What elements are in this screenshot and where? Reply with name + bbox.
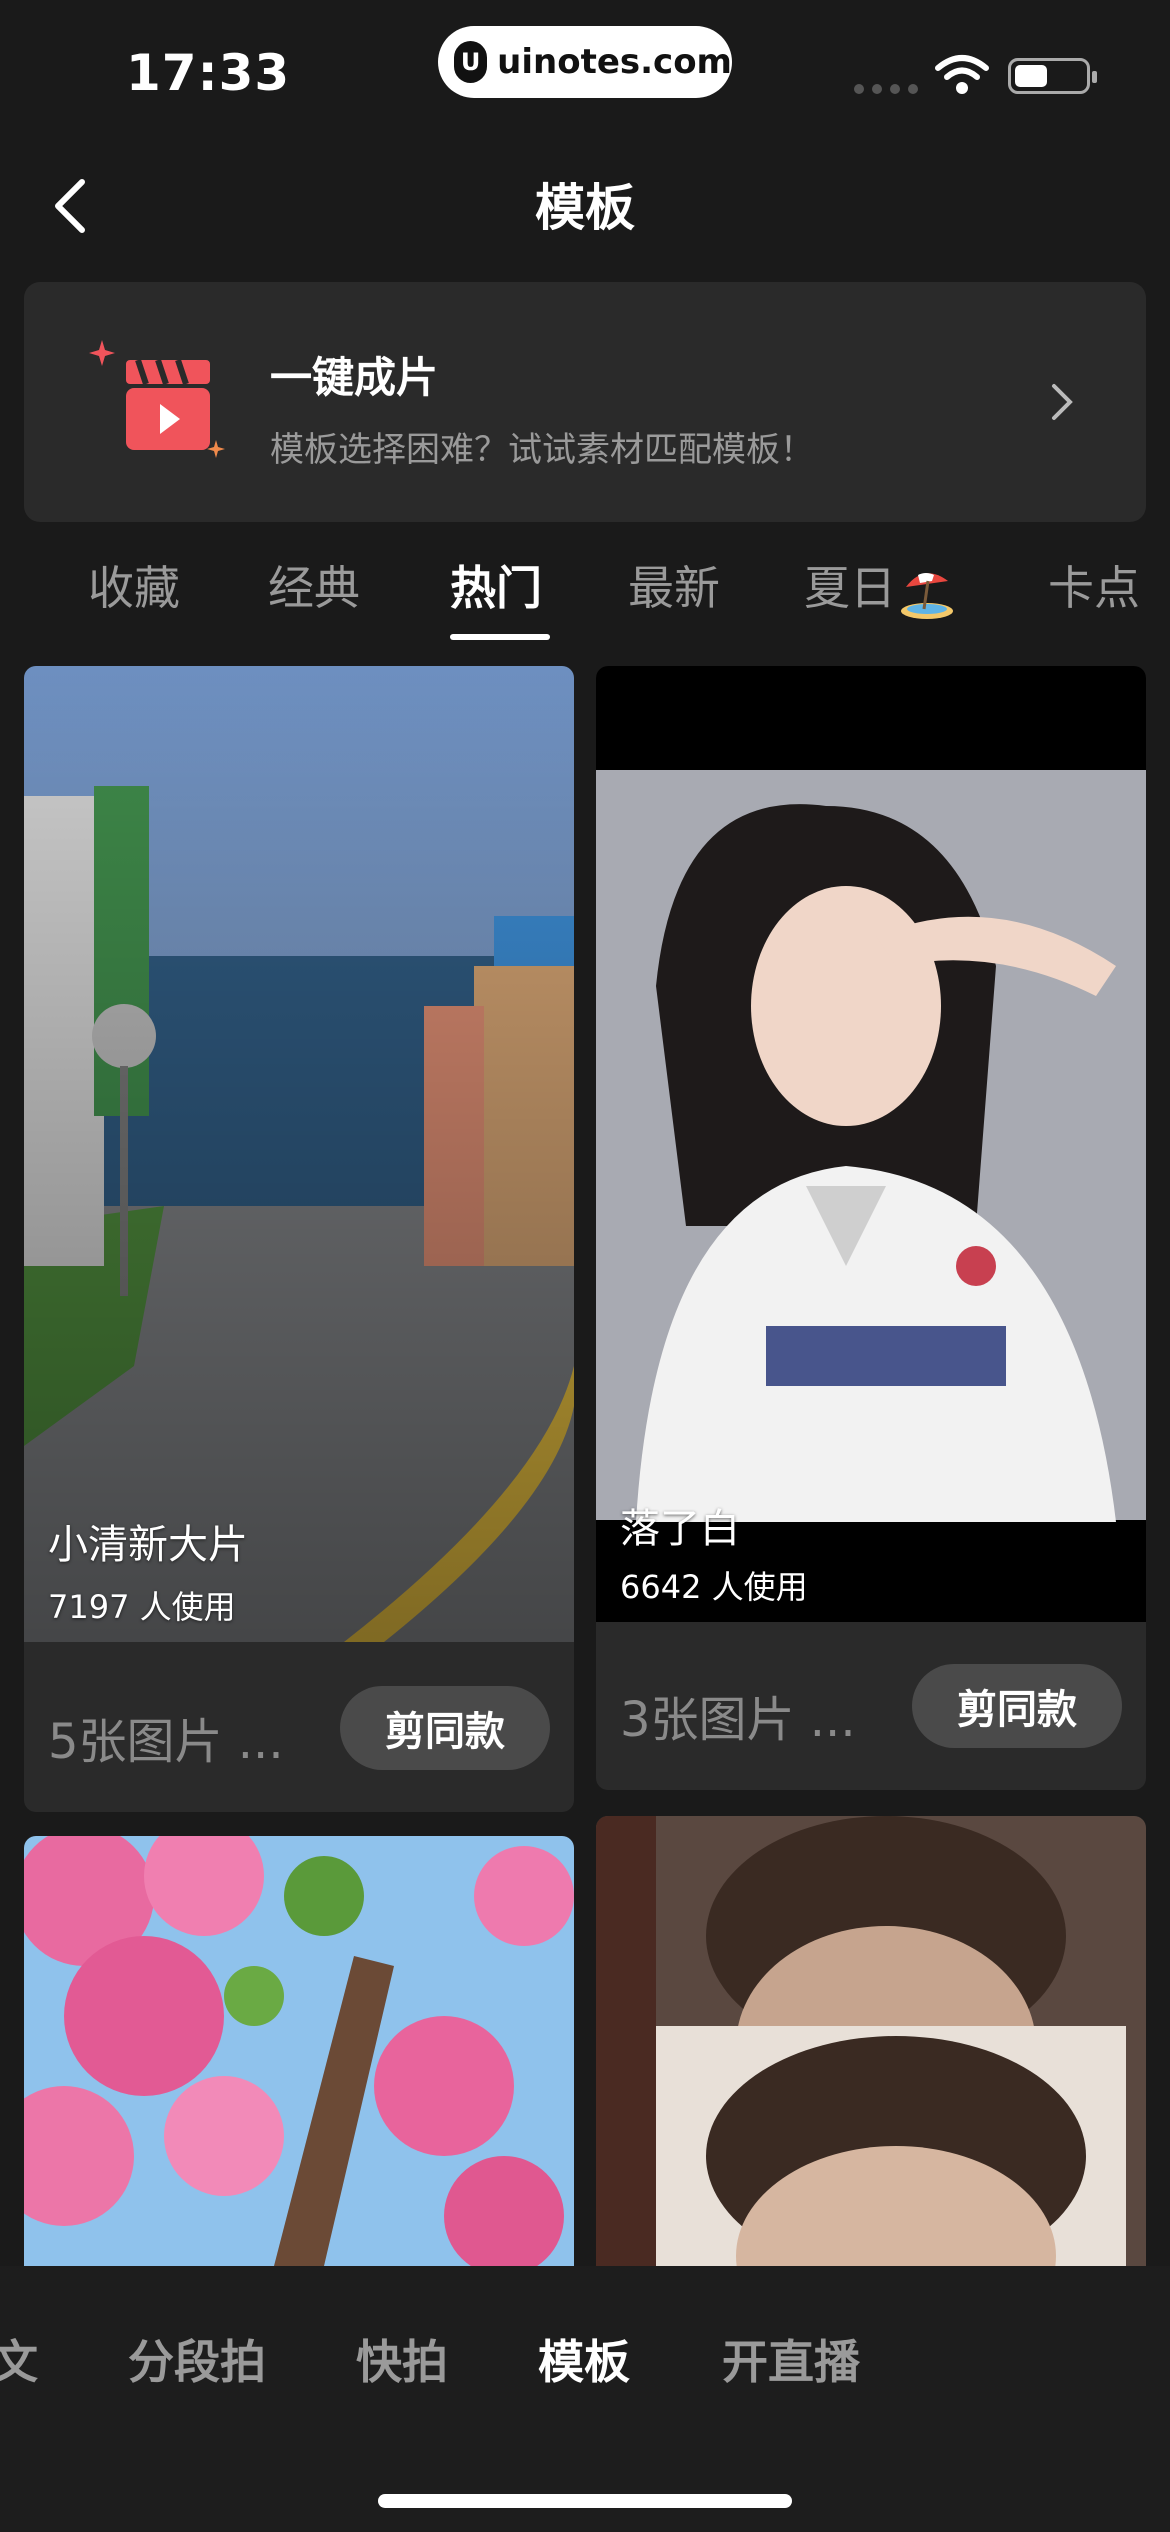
image-count: 5张图片 ...	[48, 1714, 284, 1770]
tab-hot[interactable]: 热门	[450, 552, 542, 618]
use-template-button[interactable]: 剪同款	[340, 1686, 550, 1770]
template-card[interactable]	[596, 1816, 1146, 2266]
beach-umbrella-icon	[901, 572, 953, 619]
tab-summer[interactable]: 夏日	[804, 552, 956, 621]
template-card[interactable]	[24, 1836, 574, 2266]
header: 模板	[0, 140, 1170, 262]
battery-icon	[1008, 58, 1097, 94]
template-card[interactable]: 落了白 6642 人使用 3张图片 ... 剪同款	[596, 666, 1146, 1790]
portrait-image[interactable]	[596, 666, 1146, 1622]
chevron-right-icon	[1052, 384, 1073, 420]
tab-favorites[interactable]: 收藏	[88, 552, 180, 618]
cherry-blossom-image[interactable]	[24, 1836, 574, 2266]
url-text: uinotes.com	[497, 42, 732, 82]
clapperboard-icon	[89, 340, 225, 458]
tab-beat-sync[interactable]: 卡点	[1048, 552, 1140, 618]
tab-label: 夏日	[804, 561, 896, 615]
tab-classic[interactable]: 经典	[268, 552, 360, 618]
url-pill[interactable]: U uinotes.com	[438, 26, 732, 98]
tab-label: 卡点	[1048, 561, 1140, 615]
nav-segment-shoot[interactable]: 分段拍	[128, 2326, 266, 2392]
tab-label: 收藏	[88, 561, 180, 615]
banner-title: 一键成片	[270, 353, 439, 402]
status-time: 17:33	[126, 44, 291, 102]
nav-text[interactable]: 文	[0, 2326, 38, 2392]
banner-subtitle: 模板选择困难？试试素材匹配模板！	[270, 430, 814, 470]
active-tab-indicator	[450, 634, 550, 640]
template-usage: 6642 人使用	[620, 1568, 808, 1606]
nav-templates[interactable]: 模板	[538, 2326, 630, 2392]
page-title: 模板	[535, 179, 635, 237]
template-name: 小清新大片	[48, 1522, 248, 1568]
site-logo-letter: U	[460, 48, 481, 76]
tab-newest[interactable]: 最新	[628, 552, 720, 618]
image-count: 3张图片 ...	[620, 1692, 856, 1748]
street-sea-image[interactable]	[24, 666, 574, 1642]
template-name: 落了白	[620, 1506, 740, 1552]
portrait-collage-image[interactable]	[596, 1816, 1146, 2266]
template-card[interactable]: 小清新大片 7197 人使用 5张图片 ... 剪同款	[24, 666, 574, 1812]
tab-label: 经典	[268, 561, 360, 615]
tab-label: 最新	[628, 561, 720, 615]
wifi-icon	[935, 55, 989, 94]
nav-quick-shoot[interactable]: 快拍	[356, 2326, 448, 2392]
bottom-nav: 文 分段拍 快拍 模板 开直播	[0, 2266, 1170, 2532]
nav-go-live[interactable]: 开直播	[722, 2326, 860, 2392]
one-click-banner[interactable]: 一键成片 模板选择困难？试试素材匹配模板！	[24, 282, 1146, 522]
status-bar: 17:33 U uinotes.com	[0, 0, 1170, 140]
tab-label: 热门	[450, 561, 542, 615]
category-tabs: 收藏 经典 热门 最新 夏日 卡点	[0, 540, 1170, 650]
home-indicator	[378, 2494, 792, 2508]
signal-icon	[854, 84, 918, 94]
use-template-button[interactable]: 剪同款	[912, 1664, 1122, 1748]
template-usage: 7197 人使用	[48, 1588, 236, 1626]
site-logo-icon: U	[454, 41, 488, 83]
